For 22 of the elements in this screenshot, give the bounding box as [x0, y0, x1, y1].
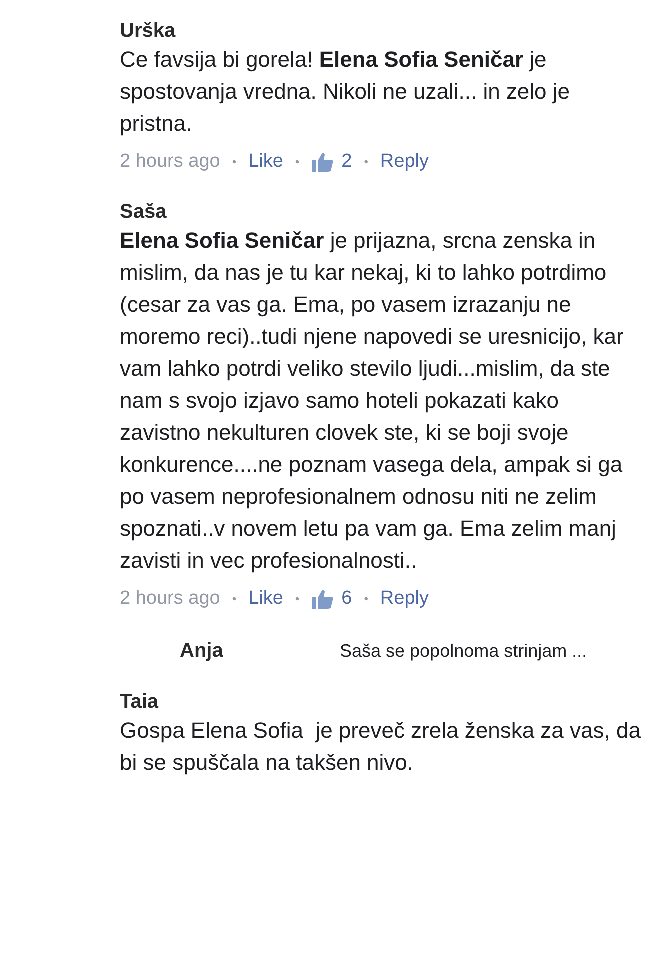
author-name[interactable]: Urška: [120, 18, 644, 44]
reply-preview: Saša se popolnoma strinjam ...: [340, 640, 588, 663]
timestamp: 2 hours ago: [120, 150, 220, 174]
timestamp: 2 hours ago: [120, 586, 220, 610]
separator-dot: •: [232, 590, 237, 608]
comment-text: Ce favsija bi gorela! Elena Sofia Seničar je spostovanja vredna. Nikoli ne uzali... in zelo je pristna.: [120, 46, 572, 138]
separator-dot: •: [295, 590, 300, 608]
author-name[interactable]: Saša: [120, 198, 644, 224]
like-link[interactable]: Like: [248, 584, 284, 613]
like-count: 2: [342, 150, 352, 174]
separator-dot: •: [232, 154, 237, 172]
comment-text: Gospa Elena Sofia je preveč zrela ženska za vas, da bi se spuščala na takšen nivo.: [120, 717, 642, 777]
separator-dot: •: [295, 154, 300, 172]
reply-link[interactable]: Reply: [380, 148, 429, 176]
like-count: 6: [342, 586, 352, 610]
separator-dot: •: [364, 154, 368, 172]
comment-text: Elena Sofia Seničar je prijazna, srcna zenska in mislim, da nas je tu kar nekaj, ki to lahko potrdimo (cesar za vas ga. Ema, po vasem izrazanju ne moremo reci)..tudi njene napovedi se uresnicijo, kar vam lahko potrdi veliko stevilo ljudi...mislim, da ste nam s svojo izjavo samo hoteli pokazati kako zavistno nekulturen clovek ste, ki se boji svoje konkurence....ne poznam vasega dela, ampak si ga po vasem neprofesionalnem odnosu niti ne zelim spoznati..v novem letu pa vam ga. Ema zelim manj zavisti in vec profesionalnosti..: [120, 226, 625, 575]
author-name[interactable]: Taia: [120, 689, 644, 715]
like-link[interactable]: Like: [248, 148, 284, 176]
reply-link[interactable]: Reply: [380, 584, 429, 613]
author-name[interactable]: Anja: [180, 638, 340, 664]
separator-dot: •: [364, 590, 368, 608]
